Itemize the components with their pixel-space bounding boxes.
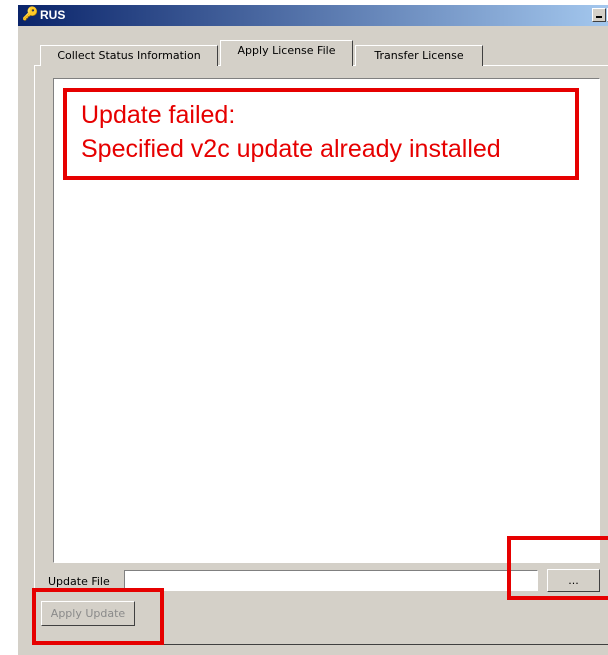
update-file-input[interactable] [124,570,538,591]
tab-transfer-license[interactable]: Transfer License [355,45,483,66]
rus-window: 🔑 RUS Collect Status Information Apply L… [18,5,608,655]
key-icon: 🔑 [22,7,39,22]
tab-collect-status[interactable]: Collect Status Information [40,45,218,66]
apply-update-button[interactable]: Apply Update [41,601,135,626]
status-log-area[interactable] [53,78,600,563]
window-title: RUS [40,8,66,22]
update-file-label: Update File [48,575,110,588]
minimize-button[interactable] [592,8,606,22]
title-bar[interactable]: 🔑 RUS [18,5,608,26]
tab-apply-license-file[interactable]: Apply License File [220,40,353,66]
browse-button[interactable]: ... [547,569,600,592]
